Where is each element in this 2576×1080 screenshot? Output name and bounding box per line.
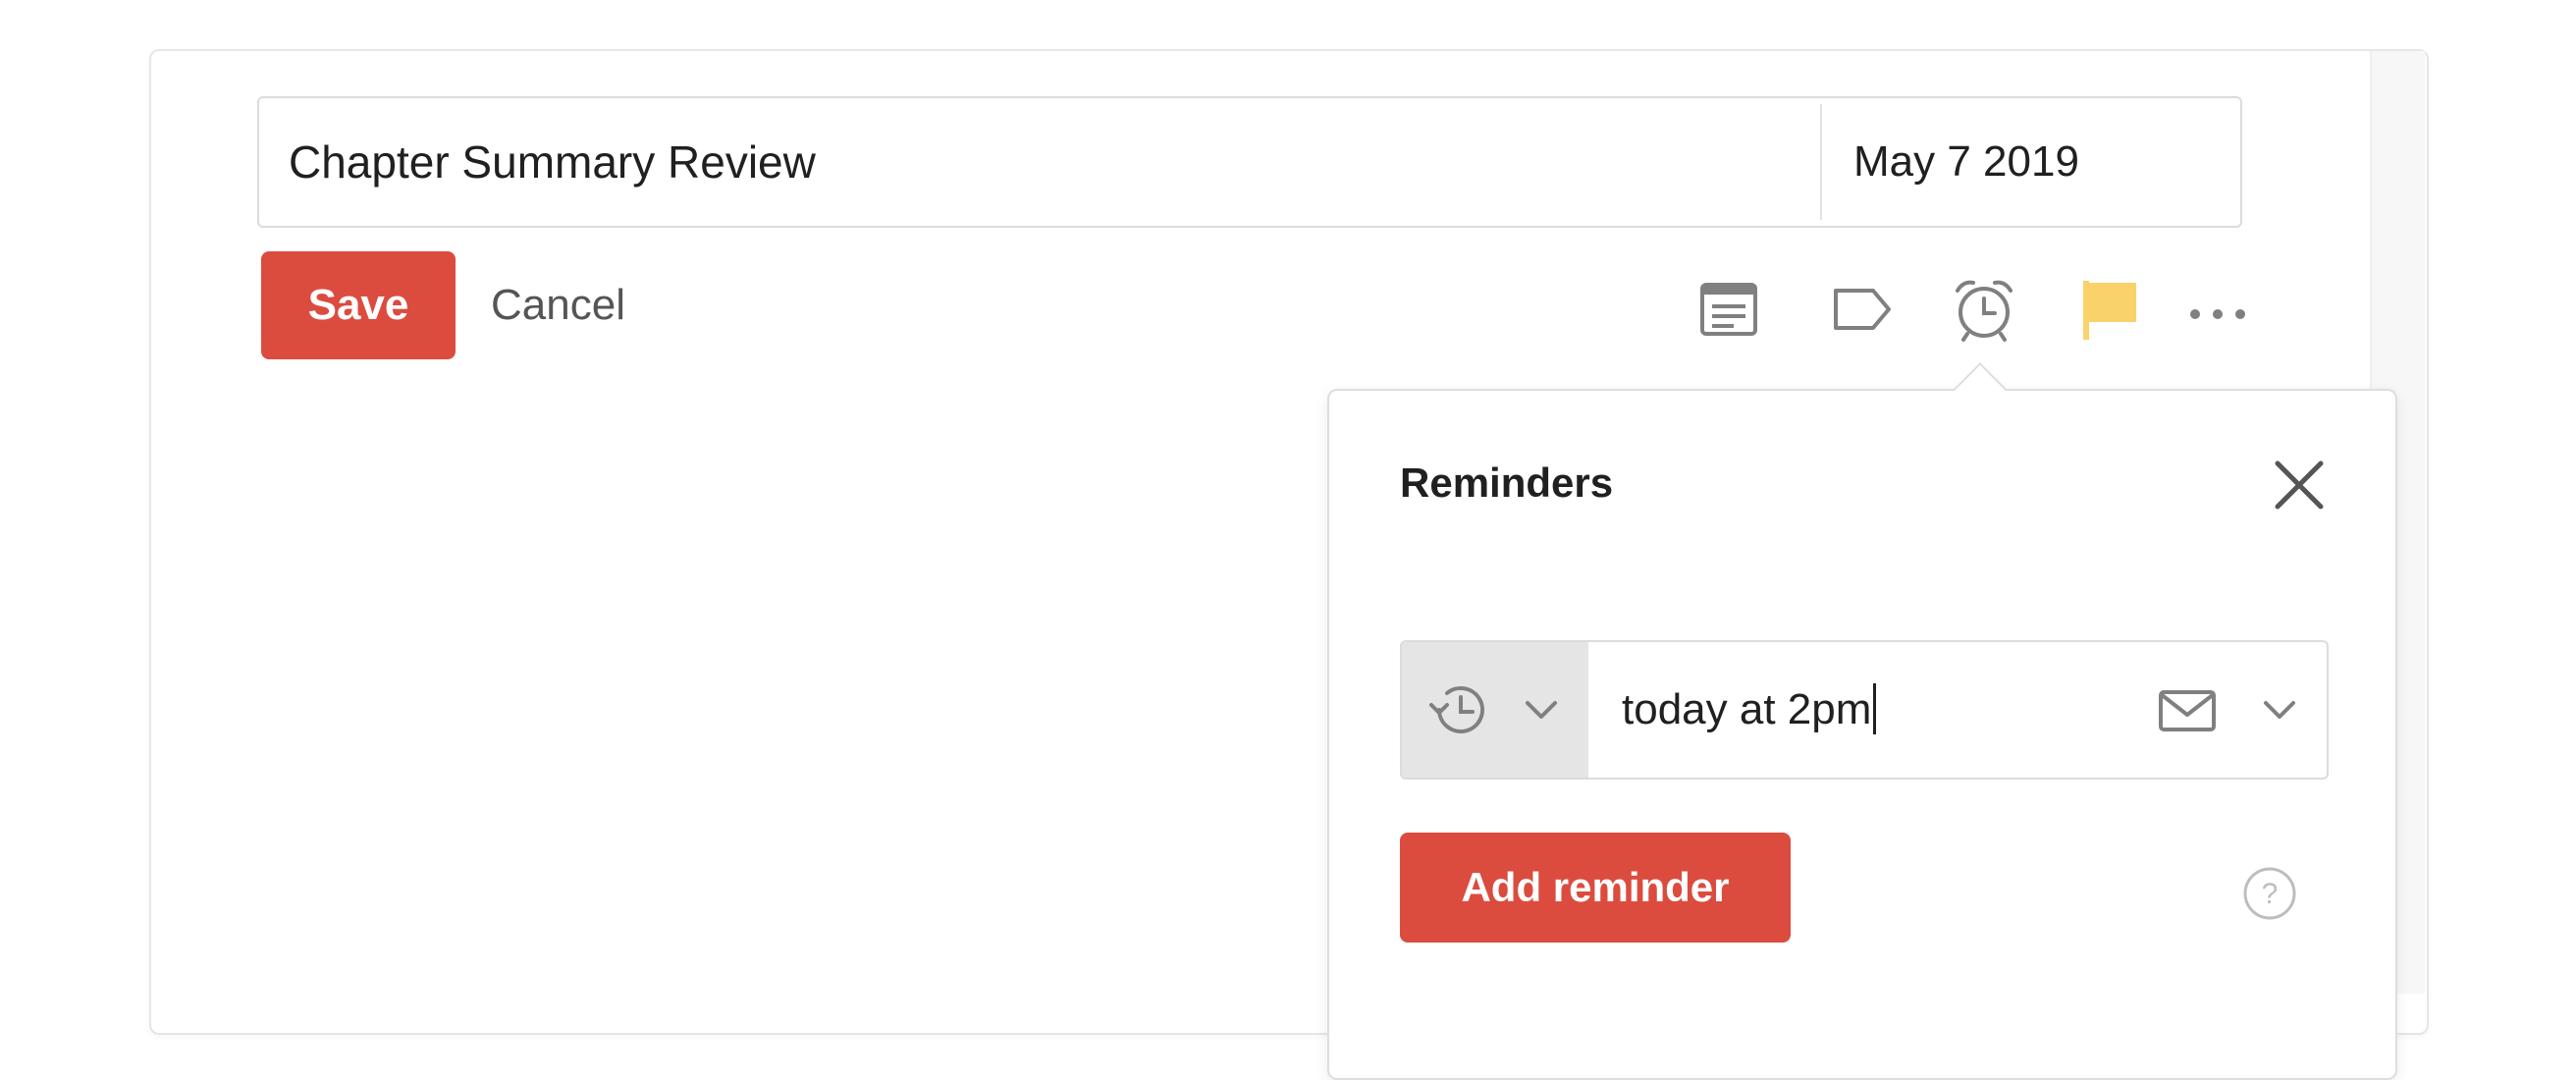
help-icon[interactable]: ? xyxy=(2242,866,2297,921)
reminders-title: Reminders xyxy=(1400,459,1614,506)
reminder-time-text: today at 2pm xyxy=(1622,685,1872,733)
alarm-clock-icon[interactable] xyxy=(1950,277,2018,342)
add-reminder-button[interactable]: Add reminder xyxy=(1400,833,1791,943)
due-date-input[interactable]: May 7 2019 xyxy=(1853,98,2079,226)
reminder-input-row: today at 2pm xyxy=(1400,640,2329,780)
save-button[interactable]: Save xyxy=(261,251,456,359)
svg-text:?: ? xyxy=(2262,878,2279,910)
task-name-input[interactable]: Chapter Summary Review xyxy=(289,98,816,226)
reminder-time-input[interactable]: today at 2pm xyxy=(1622,642,1877,778)
close-icon[interactable] xyxy=(2270,456,2329,514)
notification-method-select[interactable] xyxy=(2158,642,2327,778)
divider xyxy=(1820,104,1822,220)
label-icon[interactable] xyxy=(1826,277,1895,342)
flag-icon[interactable] xyxy=(2075,277,2144,342)
chevron-down-icon xyxy=(1526,701,1557,719)
chevron-down-icon xyxy=(2264,701,2295,719)
more-icon[interactable] xyxy=(2183,277,2252,342)
email-icon xyxy=(2159,690,2216,731)
reminders-popover: Reminders today at 2pm Add reminder ? xyxy=(1327,389,2397,1080)
relative-time-icon xyxy=(1429,685,1484,733)
reminder-type-select[interactable] xyxy=(1402,642,1588,778)
task-input-row: Chapter Summary Review May 7 2019 xyxy=(257,96,2242,228)
comments-icon[interactable] xyxy=(1694,277,1763,342)
cancel-button[interactable]: Cancel xyxy=(491,251,625,359)
text-cursor xyxy=(1873,683,1877,735)
